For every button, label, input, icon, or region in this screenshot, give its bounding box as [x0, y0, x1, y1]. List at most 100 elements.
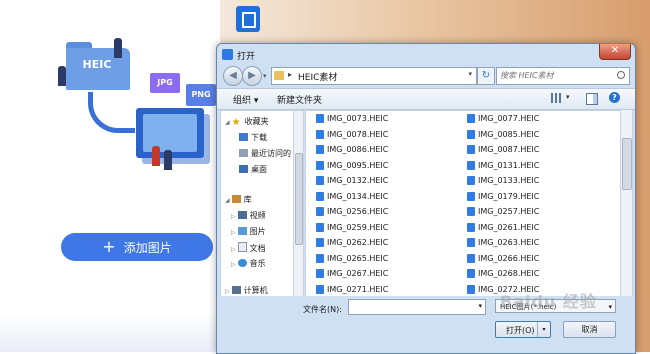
file-name: IMG_0263.HEIC — [478, 238, 540, 247]
file-name: IMG_0262.HEIC — [327, 238, 389, 247]
close-button[interactable]: ✕ — [599, 44, 631, 60]
search-box[interactable] — [496, 67, 630, 85]
nav-item-recent[interactable]: 最近访问的 — [239, 148, 291, 159]
heic-file-icon — [316, 191, 324, 201]
search-input[interactable] — [500, 69, 610, 82]
open-button[interactable]: 打开(O) ▾ — [495, 321, 551, 338]
heic-file-icon — [467, 176, 475, 185]
file-item[interactable]: IMG_0257.HEIC — [467, 207, 539, 216]
file-item[interactable]: IMG_0077.HEIC — [467, 114, 539, 123]
organize-menu[interactable]: 组织 ▾ — [233, 93, 258, 106]
nav-item-libraries[interactable]: ◢ 库 — [225, 194, 252, 205]
file-item[interactable]: IMG_0131.HEIC — [467, 160, 539, 170]
file-item[interactable]: IMG_0087.HEIC — [467, 145, 539, 154]
file-item[interactable]: IMG_0262.HEIC — [316, 238, 388, 247]
nav-item-favorites[interactable]: ◢ ★ 收藏夹 — [225, 116, 269, 128]
heic-file-icon — [467, 269, 475, 278]
file-item[interactable]: IMG_0134.HEIC — [316, 191, 388, 201]
search-icon[interactable] — [617, 71, 625, 79]
address-bar[interactable]: ▸ HEIC素材 ▾ — [271, 67, 477, 85]
expand-arrow-icon[interactable]: ▷ — [231, 246, 236, 253]
file-name: IMG_0095.HEIC — [327, 160, 389, 170]
view-options-icon[interactable] — [551, 93, 561, 103]
file-item[interactable]: IMG_0263.HEIC — [467, 238, 539, 247]
add-image-button[interactable]: + 添加图片 — [61, 233, 213, 261]
heic-file-icon — [316, 284, 324, 294]
heic-file-icon — [316, 253, 324, 263]
file-item[interactable]: IMG_0266.HEIC — [467, 253, 539, 263]
file-item[interactable]: IMG_0265.HEIC — [316, 253, 388, 263]
file-item[interactable]: IMG_0085.HEIC — [467, 129, 539, 139]
back-button[interactable]: ◀ — [223, 66, 243, 86]
filename-input[interactable]: ▾ — [348, 299, 486, 315]
file-list-scrollbar[interactable] — [620, 110, 632, 296]
file-item[interactable]: IMG_0095.HEIC — [316, 160, 389, 170]
file-name: IMG_0087.HEIC — [478, 145, 540, 154]
navigation-scrollbar[interactable] — [293, 110, 304, 298]
new-folder-button[interactable]: 新建文件夹 — [277, 93, 322, 106]
scrollbar-thumb[interactable] — [295, 153, 303, 245]
expand-arrow-icon[interactable]: ▷ — [231, 261, 236, 268]
downloads-icon — [239, 133, 248, 141]
refresh-button[interactable]: ↻ — [477, 67, 495, 85]
expand-arrow-icon[interactable]: ▷ — [231, 213, 236, 220]
file-item[interactable]: IMG_0256.HEIC — [316, 207, 388, 216]
address-dropdown-icon[interactable]: ▾ — [468, 70, 472, 78]
view-options-dropdown-icon[interactable]: ▾ — [566, 93, 570, 101]
help-icon[interactable]: ? — [609, 92, 620, 103]
collapse-arrow-icon[interactable]: ◢ — [225, 197, 230, 204]
dialog-title: 打开 — [237, 52, 256, 62]
collapse-arrow-icon[interactable]: ◢ — [225, 119, 230, 126]
file-item[interactable]: IMG_0179.HEIC — [467, 191, 539, 201]
file-item[interactable]: IMG_0261.HEIC — [467, 222, 539, 232]
file-name: IMG_0078.HEIC — [327, 129, 389, 139]
recent-locations-dropdown[interactable]: ▾ — [263, 72, 267, 80]
file-item[interactable]: IMG_0078.HEIC — [316, 129, 389, 139]
png-badge: PNG — [186, 84, 216, 106]
add-image-label: 添加图片 — [123, 240, 172, 255]
person-figure — [152, 146, 160, 166]
preview-pane-icon[interactable] — [586, 93, 598, 105]
file-item[interactable]: IMG_0133.HEIC — [467, 176, 539, 185]
forward-arrow-icon: ▶ — [248, 70, 256, 81]
dialog-titlebar[interactable]: 打开 ✕ — [217, 44, 635, 66]
person-figure — [164, 150, 172, 170]
cancel-button[interactable]: 取消 — [563, 321, 616, 338]
file-item[interactable]: IMG_0271.HEIC — [316, 284, 388, 294]
breadcrumb-separator-icon: ▸ — [288, 70, 293, 79]
watermark: Baidu 经验 — [500, 292, 597, 311]
nav-item-videos[interactable]: ▷ 视频 — [231, 210, 266, 221]
heic-file-icon — [467, 114, 475, 123]
nav-item-desktop[interactable]: 桌面 — [239, 164, 267, 175]
heic-file-icon — [467, 129, 475, 139]
file-item[interactable]: IMG_0267.HEIC — [316, 269, 388, 278]
scrollbar-thumb[interactable] — [622, 138, 632, 190]
file-item[interactable]: IMG_0268.HEIC — [467, 269, 539, 278]
nav-item-music[interactable]: ▷ 音乐 — [231, 258, 266, 269]
navigation-pane: ◢ ★ 收藏夹 下载 最近访问的 桌面 ◢ 库 ▷ 视频 ▷ 图片 ▷ 文档 ▷ 音乐 ▷ 计算… — [220, 110, 295, 298]
file-name: IMG_0268.HEIC — [478, 269, 540, 278]
plus-icon: + — [102, 237, 116, 256]
file-item[interactable]: IMG_0086.HEIC — [316, 145, 388, 154]
folder-icon — [274, 71, 284, 80]
chevron-down-icon[interactable]: ▾ — [608, 300, 612, 312]
nav-item-documents[interactable]: ▷ 文档 — [231, 242, 266, 254]
nav-item-computer[interactable]: ▷ 计算机 — [225, 285, 268, 296]
forward-button[interactable]: ▶ — [242, 66, 262, 86]
file-item[interactable]: IMG_0132.HEIC — [316, 176, 388, 185]
recent-places-icon — [239, 149, 248, 157]
file-item[interactable]: IMG_0259.HEIC — [316, 222, 388, 232]
breadcrumb-current-folder[interactable]: HEIC素材 — [298, 70, 337, 83]
nav-item-pictures[interactable]: ▷ 图片 — [231, 226, 266, 237]
file-item[interactable]: IMG_0073.HEIC — [316, 114, 388, 123]
chevron-down-icon[interactable]: ▾ — [478, 302, 482, 310]
open-options-chevron-icon[interactable]: ▾ — [537, 322, 550, 337]
expand-arrow-icon[interactable]: ▷ — [231, 229, 236, 236]
documents-icon — [237, 242, 247, 252]
background-decoration — [0, 312, 220, 352]
heic-file-icon — [316, 269, 324, 278]
file-name: IMG_0257.HEIC — [478, 207, 540, 216]
expand-arrow-icon[interactable]: ▷ — [225, 288, 230, 295]
nav-item-downloads[interactable]: 下载 — [239, 132, 267, 143]
heic-label: HEIC — [82, 58, 112, 71]
